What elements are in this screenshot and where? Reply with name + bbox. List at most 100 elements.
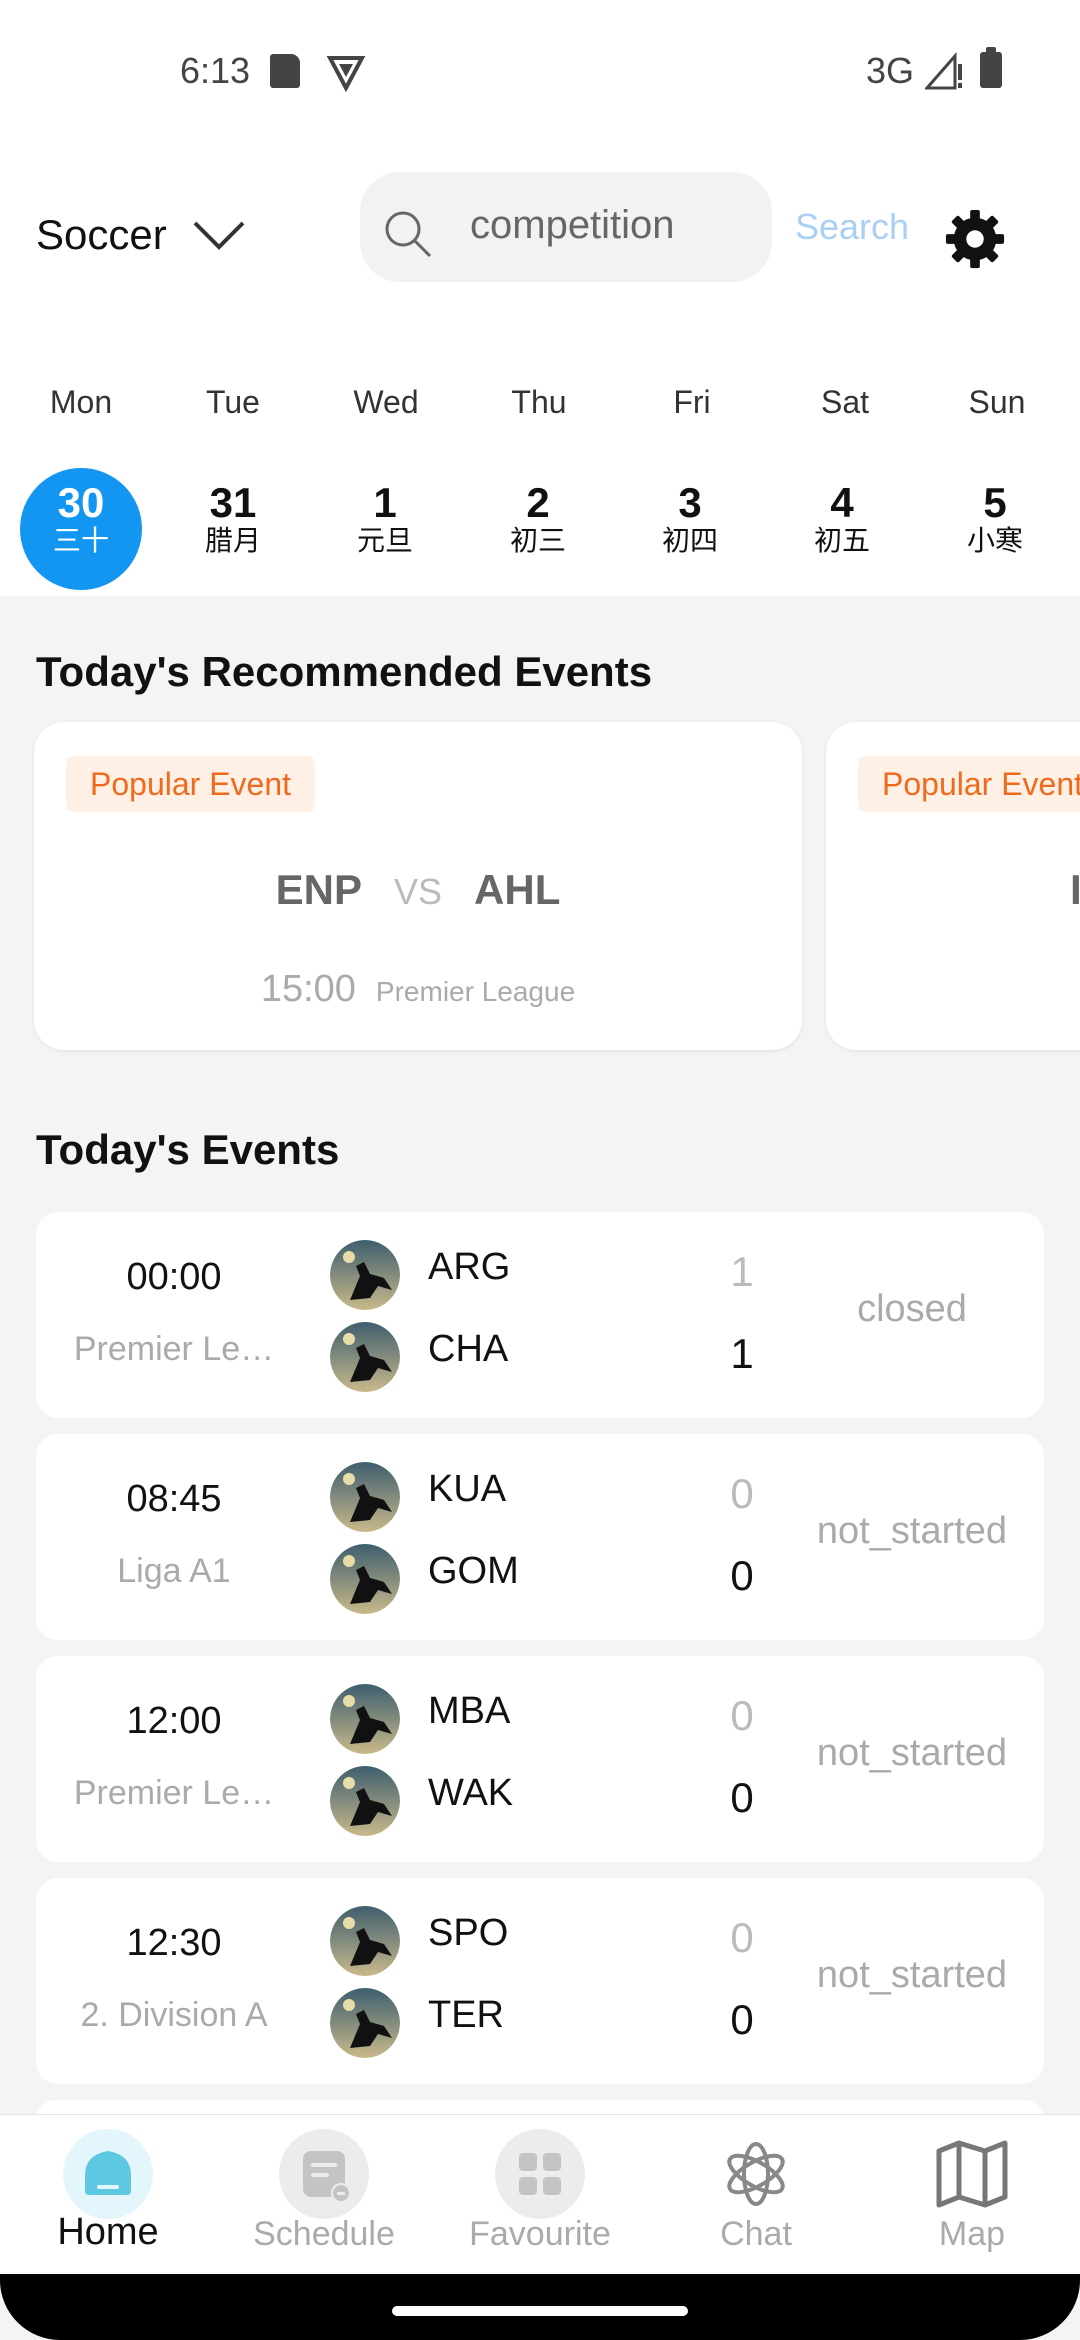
nav-label: Favourite bbox=[469, 2215, 611, 2253]
date-number: 5 bbox=[983, 479, 1007, 526]
away-score: 1 bbox=[730, 1330, 754, 1377]
event-status: not_started bbox=[816, 1954, 1008, 1996]
event-row[interactable]: 00:00 Premier Le… ARG 1 CHA 1 closed bbox=[36, 1212, 1044, 1418]
team-logo-icon bbox=[330, 1462, 400, 1532]
lunar-date: 初四 bbox=[661, 525, 718, 556]
schedule-icon bbox=[279, 2129, 369, 2219]
date-number: 1 bbox=[373, 479, 397, 526]
nav-label: Schedule bbox=[253, 2215, 395, 2253]
date-cell[interactable]: 1 元旦 bbox=[324, 468, 446, 590]
lunar-date: 小寒 bbox=[966, 525, 1023, 556]
week-strip: Mon Tue Wed Thu Fri Sat Sun 30 三十 31 腊月 … bbox=[0, 350, 1080, 596]
search-button[interactable]: Search bbox=[795, 206, 909, 248]
away-team: WAK bbox=[428, 1772, 514, 1814]
day-name: Sat bbox=[820, 384, 870, 420]
event-league: Premier Le… bbox=[73, 1330, 275, 1368]
away-team: TER bbox=[428, 1994, 504, 2036]
recommended-title: Today's Recommended Events bbox=[36, 648, 653, 695]
home-score: 0 bbox=[730, 1470, 754, 1517]
date-number: 4 bbox=[830, 479, 854, 526]
home-score: 1 bbox=[730, 1248, 754, 1295]
team-logo-icon bbox=[330, 1906, 400, 1976]
away-team: GOM bbox=[428, 1550, 519, 1592]
gesture-bar bbox=[0, 2274, 1080, 2340]
nav-schedule[interactable]: Schedule bbox=[216, 2115, 432, 2275]
event-status: not_started bbox=[816, 1510, 1008, 1552]
nav-map[interactable]: Map bbox=[864, 2115, 1080, 2275]
away-team: AHL bbox=[474, 866, 561, 913]
event-league: Liga A1 bbox=[117, 1552, 231, 1590]
nav-favourite[interactable]: Favourite bbox=[432, 2115, 648, 2275]
home-team: ENP bbox=[275, 866, 362, 913]
nav-label: Home bbox=[57, 2211, 159, 2253]
popular-event-badge: Popular Event bbox=[66, 756, 316, 812]
chat-icon bbox=[711, 2129, 801, 2219]
event-row[interactable]: 12:30 2. Division A SPO 0 TER 0 not_star… bbox=[36, 1878, 1044, 2084]
nav-label: Map bbox=[938, 2215, 1006, 2253]
nav-label: Chat bbox=[720, 2215, 792, 2253]
sport-label: Soccer bbox=[36, 211, 167, 258]
header: Soccer Search bbox=[0, 140, 1080, 350]
date-number: 31 bbox=[209, 479, 257, 526]
popular-event-badge: Popular Event bbox=[858, 756, 1080, 812]
bottom-nav: Home Schedule Favourite Chat Map bbox=[0, 2114, 1080, 2274]
home-team: I bbox=[1070, 866, 1080, 913]
date-cell[interactable]: 31 腊月 bbox=[172, 468, 294, 590]
event-row[interactable]: 12:00 Premier Le… MBA 0 WAK 0 not_starte… bbox=[36, 1656, 1044, 1862]
recommended-event-card[interactable]: Popular Event ENP VS AHL 15:00 Premier Leag… bbox=[34, 722, 802, 1050]
search-input[interactable] bbox=[470, 192, 760, 258]
team-logo-icon bbox=[330, 1240, 400, 1310]
team-logo-icon bbox=[330, 1322, 400, 1392]
day-name: Wed bbox=[353, 384, 419, 420]
event-time: 15:00 bbox=[260, 968, 356, 1010]
day-name: Thu bbox=[511, 384, 567, 420]
vs-label: VS bbox=[394, 871, 443, 912]
team-logo-icon bbox=[330, 1684, 400, 1754]
day-name: Mon bbox=[49, 384, 113, 420]
away-score: 0 bbox=[730, 1552, 754, 1599]
home-score: 0 bbox=[730, 1692, 754, 1739]
date-cell[interactable]: 5 小寒 bbox=[934, 468, 1056, 590]
matchup: I bbox=[1070, 866, 1080, 914]
date-cell[interactable]: 2 初三 bbox=[477, 468, 599, 590]
date-cell-selected[interactable]: 30 三十 bbox=[20, 468, 142, 590]
day-name: Fri bbox=[673, 384, 711, 420]
home-score: 0 bbox=[730, 1914, 754, 1961]
vpn-icon bbox=[326, 56, 366, 92]
map-icon bbox=[927, 2129, 1017, 2219]
away-team: CHA bbox=[428, 1328, 509, 1370]
event-status: not_started bbox=[816, 1732, 1008, 1774]
day-name: Tue bbox=[206, 384, 260, 420]
event-league: 2. Division A bbox=[80, 1996, 268, 2034]
status-time: 6:13 bbox=[180, 50, 251, 91]
date-number: 30 bbox=[57, 479, 105, 526]
status-bar: 6:13 3G bbox=[0, 0, 1080, 140]
sport-selector[interactable]: Soccer bbox=[36, 200, 247, 270]
recommended-event-card[interactable]: Popular Event I bbox=[826, 722, 1080, 1050]
away-score: 0 bbox=[730, 1774, 754, 1821]
home-team: MBA bbox=[428, 1690, 511, 1732]
date-cell[interactable]: 4 初五 bbox=[781, 468, 903, 590]
nav-chat[interactable]: Chat bbox=[648, 2115, 864, 2275]
search-box[interactable] bbox=[360, 172, 772, 282]
event-time: 12:30 bbox=[126, 1922, 222, 1964]
event-league: Premier League bbox=[375, 976, 576, 1007]
date-number: 3 bbox=[678, 479, 702, 526]
home-team: SPO bbox=[428, 1912, 509, 1954]
day-name: Sun bbox=[968, 384, 1026, 420]
settings-gear-icon[interactable] bbox=[944, 208, 1006, 270]
events-title: Today's Events bbox=[36, 1126, 340, 1173]
date-cell[interactable]: 3 初四 bbox=[629, 468, 751, 590]
nav-home[interactable]: Home bbox=[0, 2115, 216, 2275]
away-score: 0 bbox=[730, 1996, 754, 2043]
search-icon bbox=[385, 211, 432, 258]
event-row[interactable]: 08:45 Liga A1 KUA 0 GOM 0 not_started bbox=[36, 1434, 1044, 1640]
favourite-icon bbox=[495, 2129, 585, 2219]
team-logo-icon bbox=[330, 1544, 400, 1614]
event-meta: 15:00 Premier League bbox=[34, 968, 802, 1011]
lunar-date: 元旦 bbox=[356, 525, 413, 556]
date-number: 2 bbox=[526, 479, 550, 526]
signal-icon bbox=[925, 52, 962, 90]
team-logo-icon bbox=[330, 1988, 400, 2058]
home-gesture-handle[interactable] bbox=[392, 2306, 688, 2316]
